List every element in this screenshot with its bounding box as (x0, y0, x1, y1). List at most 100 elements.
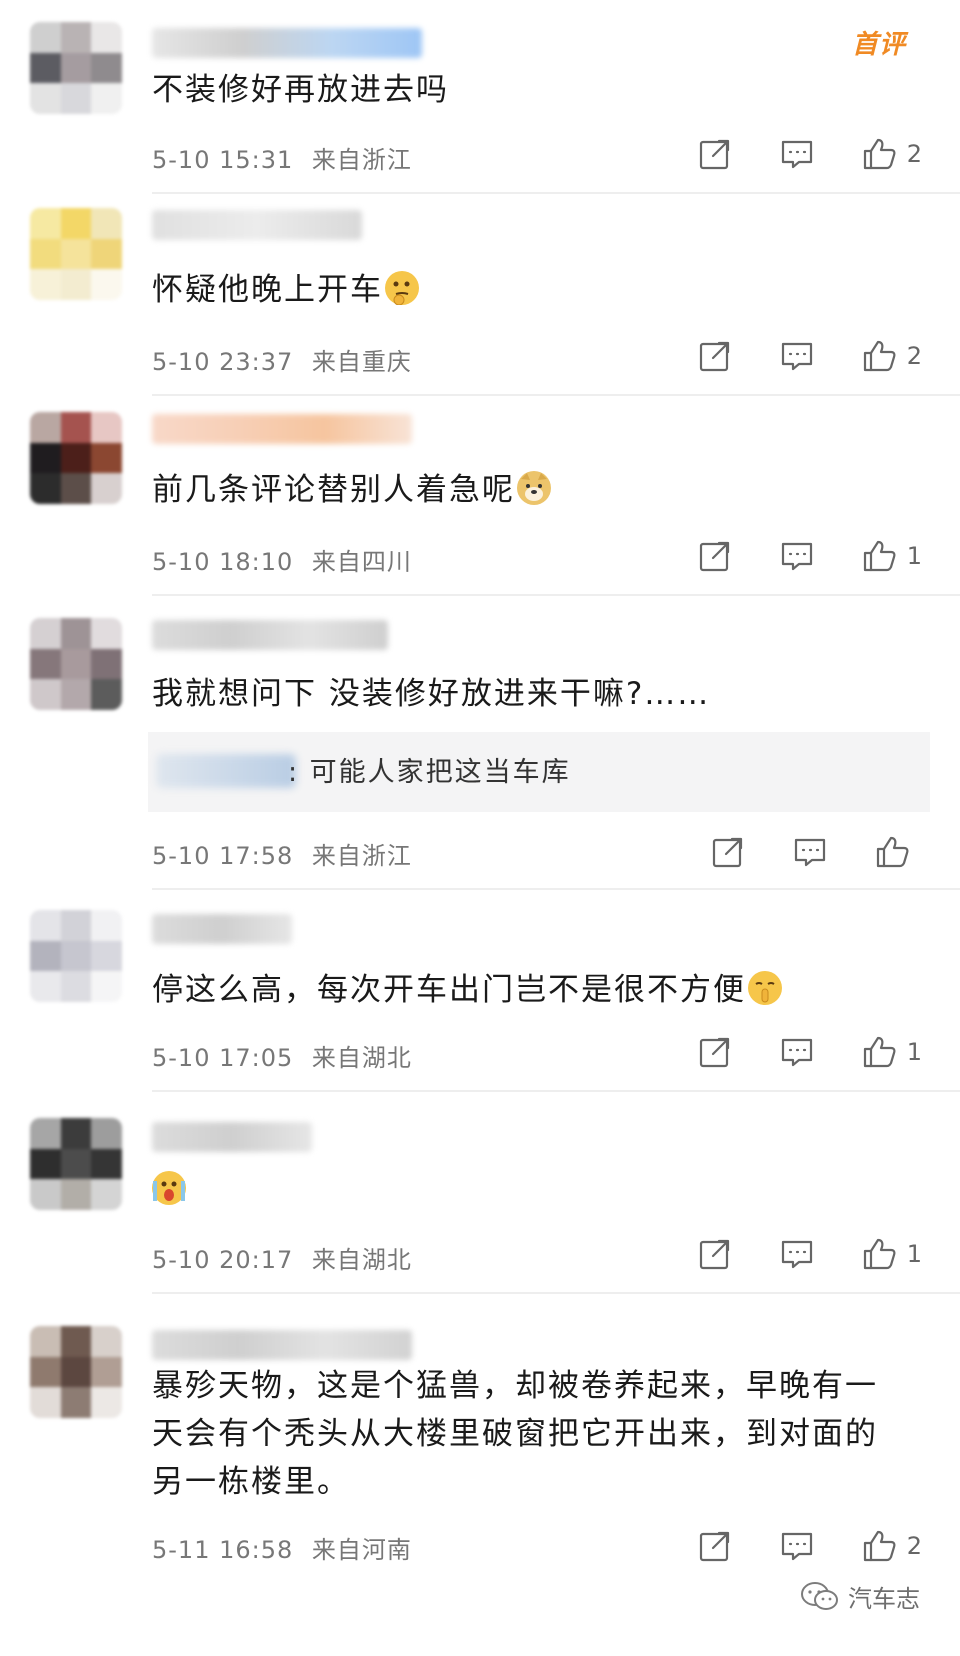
reply-username-blurred[interactable] (156, 754, 296, 788)
comment-location: 来自重庆 (311, 348, 412, 376)
thumbs-up-icon (863, 540, 896, 572)
divider (152, 888, 960, 890)
like-count: 1 (906, 1038, 922, 1066)
comment-icon (781, 1240, 812, 1269)
avatar[interactable] (30, 910, 122, 1002)
like-button[interactable]: 1 (861, 1034, 922, 1070)
reply-text: : 可能人家把这当车库 (288, 757, 571, 788)
username-blurred[interactable] (152, 210, 362, 240)
avatar[interactable] (30, 412, 122, 504)
comment-location: 来自浙江 (311, 146, 412, 174)
wechat-icon (801, 1581, 838, 1610)
divider (152, 394, 960, 396)
like-button[interactable]: 2 (861, 1528, 922, 1564)
avatar[interactable] (30, 22, 122, 114)
comment-date: 5-11 16:58 (152, 1536, 294, 1564)
share-button[interactable] (697, 136, 733, 172)
screaming-face-emoji (152, 1171, 186, 1205)
comment-location: 来自湖北 (311, 1044, 412, 1072)
comment-meta: 5-10 23:37 来自重庆 (152, 342, 412, 377)
avatar[interactable] (30, 1326, 122, 1418)
comment-location: 来自浙江 (311, 842, 412, 870)
comment-location: 来自河南 (311, 1536, 412, 1564)
comment-date: 5-10 18:10 (152, 548, 294, 576)
avatar[interactable] (30, 618, 122, 710)
like-button[interactable]: 1 (861, 1236, 922, 1272)
like-count: 2 (906, 140, 922, 168)
comment-actions: 2 (697, 334, 922, 378)
comment-text: 停这么高，每次开车出门岂不是很不方便 (152, 966, 880, 1014)
comment-actions: 2 (697, 132, 922, 176)
watermark-text: 汽车志 (848, 1585, 920, 1613)
comment-date: 5-10 17:05 (152, 1044, 294, 1072)
comment-icon (781, 140, 812, 169)
reply-button[interactable] (779, 1236, 815, 1272)
like-button[interactable]: 2 (861, 136, 922, 172)
comment-icon (781, 542, 812, 571)
comment-meta: 5-10 20:17 来自湖北 (152, 1240, 412, 1275)
divider (152, 594, 960, 596)
reply-button[interactable] (779, 1034, 815, 1070)
comment-actions: 1 (697, 1232, 922, 1276)
username-blurred[interactable] (152, 620, 388, 650)
reply-button[interactable] (779, 338, 815, 374)
watermark: 汽车志 (800, 1579, 920, 1614)
avatar[interactable] (30, 208, 122, 300)
thumbs-up-icon (863, 1036, 896, 1068)
comment-meta: 5-10 17:05 来自湖北 (152, 1038, 412, 1073)
shushing-face-emoji (748, 971, 782, 1005)
share-icon (699, 1037, 729, 1068)
username-blurred[interactable] (152, 28, 422, 58)
comment-location: 来自湖北 (311, 1246, 412, 1274)
like-count: 2 (906, 342, 922, 370)
share-icon (699, 341, 729, 372)
comment-meta: 5-10 17:58 来自浙江 (152, 836, 412, 871)
divider (152, 1292, 960, 1294)
reply-preview[interactable]: : 可能人家把这当车库 (148, 732, 930, 812)
divider (152, 192, 960, 194)
comment-text: 前几条评论替别人着急呢 (152, 466, 880, 514)
reply-button[interactable] (779, 538, 815, 574)
comment-meta: 5-10 18:10 来自四川 (152, 542, 412, 577)
share-button[interactable] (697, 538, 733, 574)
share-icon (699, 1239, 729, 1270)
comment-text: 我就想问下 没装修好放进来干嘛?…… (152, 676, 711, 712)
reply-button[interactable] (779, 1528, 815, 1564)
share-icon (699, 541, 729, 572)
thumbs-up-icon (863, 1238, 896, 1270)
comment-icon (781, 342, 812, 371)
thinking-face-emoji (385, 271, 419, 305)
share-icon (712, 837, 743, 868)
share-button[interactable] (710, 834, 746, 870)
share-button[interactable] (697, 1528, 733, 1564)
comment-actions: 2 (697, 1524, 922, 1568)
divider (152, 1090, 960, 1092)
share-button[interactable] (697, 1236, 733, 1272)
share-button[interactable] (697, 338, 733, 374)
like-count: 1 (906, 1240, 922, 1268)
avatar[interactable] (30, 1118, 122, 1210)
comment-date: 5-10 20:17 (152, 1246, 294, 1274)
like-button[interactable] (874, 834, 920, 870)
thumbs-up-icon (876, 836, 909, 868)
comment-icon (781, 1038, 812, 1067)
like-count: 1 (906, 542, 922, 570)
comment-actions: 1 (697, 1030, 922, 1074)
share-icon (699, 1531, 729, 1562)
like-button[interactable]: 2 (861, 338, 922, 374)
share-button[interactable] (697, 1034, 733, 1070)
username-blurred[interactable] (152, 1122, 312, 1152)
comment-location: 来自四川 (311, 548, 412, 576)
comment-text (152, 1166, 880, 1214)
username-blurred[interactable] (152, 414, 412, 444)
reply-button[interactable] (792, 834, 828, 870)
comment-text: 暴殄天物，这是个猛兽，却被卷养起来，早晚有一天会有个秃头从大楼里破窗把它开出来，… (152, 1368, 878, 1500)
reply-button[interactable] (779, 136, 815, 172)
thumbs-up-icon (863, 1530, 896, 1562)
comment-actions (710, 830, 920, 874)
username-blurred[interactable] (152, 1330, 412, 1360)
username-blurred[interactable] (152, 914, 292, 944)
like-count: 2 (906, 1532, 922, 1560)
comment-icon (794, 838, 826, 867)
like-button[interactable]: 1 (861, 538, 922, 574)
